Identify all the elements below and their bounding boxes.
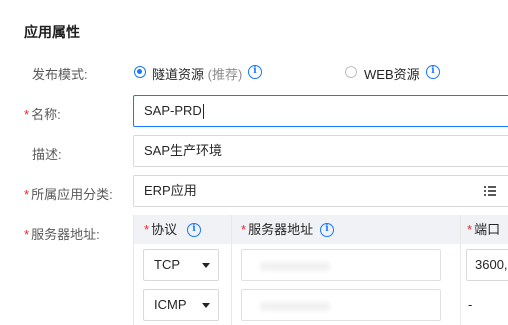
name-input-value: SAP-PRD <box>144 103 202 118</box>
tunnel-hint: (推荐) <box>207 67 243 82</box>
info-icon[interactable]: i <box>248 65 262 79</box>
server-address-label: * 服务器地址: <box>24 224 100 243</box>
required-mark: * <box>24 227 30 242</box>
required-mark: * <box>467 222 473 237</box>
server-address-input[interactable] <box>241 289 441 321</box>
column-header-address-text: 服务器地址 <box>248 222 314 237</box>
server-address-input[interactable] <box>241 249 441 281</box>
radio-web-resource[interactable] <box>345 66 357 78</box>
server-table: *协议 i *服务器地址 i *端口 TCP 3600,3 ICMP - <box>133 215 508 325</box>
radio-tunnel-resource[interactable] <box>134 66 146 78</box>
required-mark: * <box>144 222 150 237</box>
description-input-value: SAP生产环境 <box>144 143 223 158</box>
info-icon[interactable]: i <box>320 223 334 237</box>
caret-down-icon <box>202 263 210 268</box>
column-header-port-text: 端口 <box>474 222 501 237</box>
name-label-text: 名称: <box>31 107 61 122</box>
protocol-select-value: TCP <box>154 257 180 272</box>
protocol-select-value: ICMP <box>154 297 187 312</box>
category-label: * 所属应用分类: <box>24 184 113 203</box>
port-value: - <box>468 297 473 312</box>
publish-mode-label: 发布模式: <box>32 67 88 82</box>
text-caret <box>202 104 204 120</box>
column-divider <box>460 215 461 325</box>
tunnel-label-text: 隧道资源 <box>152 67 205 82</box>
section-title: 应用属性 <box>24 24 80 40</box>
category-select[interactable]: ERP应用 <box>133 175 508 207</box>
caret-down-icon <box>202 303 210 308</box>
required-mark: * <box>24 107 30 122</box>
port-input[interactable]: 3600,3 <box>466 249 508 281</box>
column-divider <box>231 215 232 325</box>
protocol-select[interactable]: ICMP <box>143 289 219 321</box>
name-label: * 名称: <box>24 104 61 123</box>
column-header-port: * 端口 <box>467 215 500 244</box>
list-icon[interactable] <box>484 185 496 197</box>
category-label-text: 所属应用分类: <box>31 187 113 202</box>
radio-tunnel-label[interactable]: 隧道资源 (推荐) <box>152 64 242 83</box>
description-input[interactable]: SAP生产环境 <box>133 135 508 167</box>
info-icon[interactable]: i <box>187 223 201 237</box>
required-mark: * <box>24 187 30 202</box>
server-address-label-text: 服务器地址: <box>31 227 100 242</box>
radio-web-label[interactable]: WEB资源 <box>364 64 420 83</box>
description-label: 描述: <box>32 147 62 162</box>
column-header-protocol-text: 协议 <box>151 222 178 237</box>
category-select-value: ERP应用 <box>144 183 197 198</box>
column-header-protocol: * 协议 <box>144 215 177 244</box>
info-icon[interactable]: i <box>426 65 440 79</box>
required-mark: * <box>241 222 247 237</box>
column-header-address: * 服务器地址 <box>241 215 313 244</box>
protocol-select[interactable]: TCP <box>143 249 219 281</box>
name-input[interactable]: SAP-PRD <box>133 95 508 127</box>
